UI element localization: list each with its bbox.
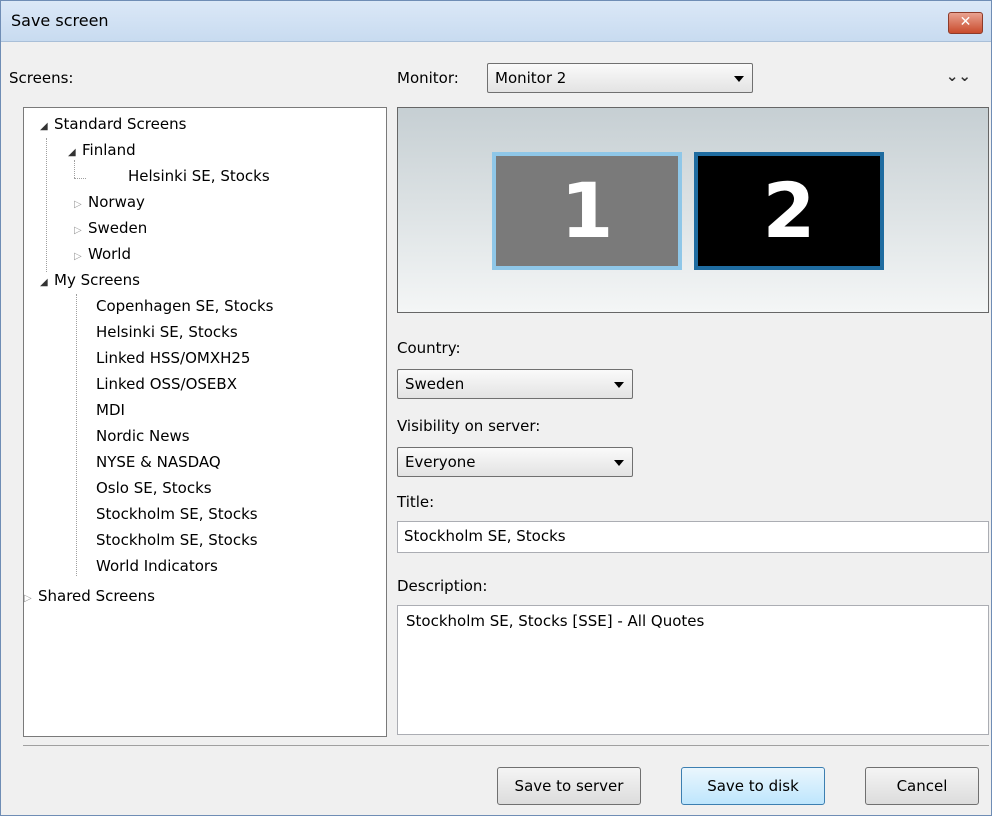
monitor-label: Monitor: <box>397 69 459 87</box>
expanded-triangle-icon[interactable]: ◢ <box>40 271 54 295</box>
dropdown-arrow-icon <box>734 76 744 82</box>
visibility-select[interactable]: Everyone <box>397 447 633 477</box>
visibility-label: Visibility on server: <box>397 417 541 435</box>
collapsed-triangle-icon[interactable]: ▷ <box>24 587 38 611</box>
monitor-2-tile[interactable]: 2 <box>694 152 884 270</box>
visibility-select-value: Everyone <box>405 453 476 471</box>
monitor-select-value: Monitor 2 <box>495 69 567 87</box>
country-label: Country: <box>397 339 461 357</box>
expanded-triangle-icon[interactable]: ◢ <box>68 141 82 165</box>
tree-item-my-screen[interactable]: Oslo SE, Stocks <box>96 476 212 500</box>
tree-item-my-screen[interactable]: Stockholm SE, Stocks <box>96 528 258 552</box>
tree-node-standard-screens[interactable]: ◢ Standard Screens <box>40 112 186 136</box>
cancel-button[interactable]: Cancel <box>865 767 979 805</box>
dropdown-arrow-icon <box>614 382 624 388</box>
window-title: Save screen <box>11 11 109 30</box>
country-select[interactable]: Sweden <box>397 369 633 399</box>
save-screen-dialog: Save screen ✕ Screens: ◢ Standard Screens… <box>0 0 992 816</box>
tree-item-my-screen[interactable]: Helsinki SE, Stocks <box>96 320 238 344</box>
close-button[interactable]: ✕ <box>948 12 983 34</box>
tree-node-helsinki-standard[interactable]: Helsinki SE, Stocks <box>128 164 270 188</box>
tree-node-norway[interactable]: ▷ Norway <box>74 190 145 214</box>
collapsed-triangle-icon[interactable]: ▷ <box>74 219 88 243</box>
title-bar: Save screen ✕ <box>1 1 991 42</box>
tree-item-my-screen[interactable]: MDI <box>96 398 125 422</box>
screens-tree[interactable]: ◢ Standard Screens ◢ Finland Helsinki SE, … <box>23 107 387 737</box>
tree-node-finland[interactable]: ◢ Finland <box>68 138 136 162</box>
tree-item-my-screen[interactable]: Nordic News <box>96 424 190 448</box>
tree-item-my-screen[interactable]: Copenhagen SE, Stocks <box>96 294 274 318</box>
tree-node-my-screens[interactable]: ◢ My Screens <box>40 268 140 292</box>
title-label: Title: <box>397 493 435 511</box>
tree-item-my-screen[interactable]: World Indicators <box>96 554 218 578</box>
tree-node-shared-screens[interactable]: ▷ Shared Screens <box>24 584 155 608</box>
separator <box>23 745 989 746</box>
tree-item-my-screen[interactable]: Stockholm SE, Stocks <box>96 502 258 526</box>
tree-item-my-screen[interactable]: NYSE & NASDAQ <box>96 450 221 474</box>
tree-item-my-screen[interactable]: Linked HSS/OMXH25 <box>96 346 250 370</box>
expanded-triangle-icon[interactable]: ◢ <box>40 115 54 139</box>
collapsed-triangle-icon[interactable]: ▷ <box>74 193 88 217</box>
save-to-server-button[interactable]: Save to server <box>497 767 641 805</box>
dropdown-arrow-icon <box>614 460 624 466</box>
monitor-1-tile[interactable]: 1 <box>492 152 682 270</box>
tree-node-sweden[interactable]: ▷ Sweden <box>74 216 147 240</box>
tree-item-my-screen[interactable]: Linked OSS/OSEBX <box>96 372 237 396</box>
monitor-preview: 1 2 <box>397 107 989 313</box>
country-select-value: Sweden <box>405 375 465 393</box>
collapsed-triangle-icon[interactable]: ▷ <box>74 245 88 269</box>
monitor-select[interactable]: Monitor 2 <box>487 63 753 93</box>
save-to-disk-button[interactable]: Save to disk <box>681 767 825 805</box>
description-textarea[interactable]: Stockholm SE, Stocks [SSE] - All Quotes <box>397 605 989 735</box>
tree-node-world[interactable]: ▷ World <box>74 242 131 266</box>
title-input[interactable]: Stockholm SE, Stocks <box>397 521 989 553</box>
screens-label: Screens: <box>9 69 74 87</box>
expand-chevron-icon[interactable]: ⌄⌄ <box>946 67 971 85</box>
description-label: Description: <box>397 577 488 595</box>
